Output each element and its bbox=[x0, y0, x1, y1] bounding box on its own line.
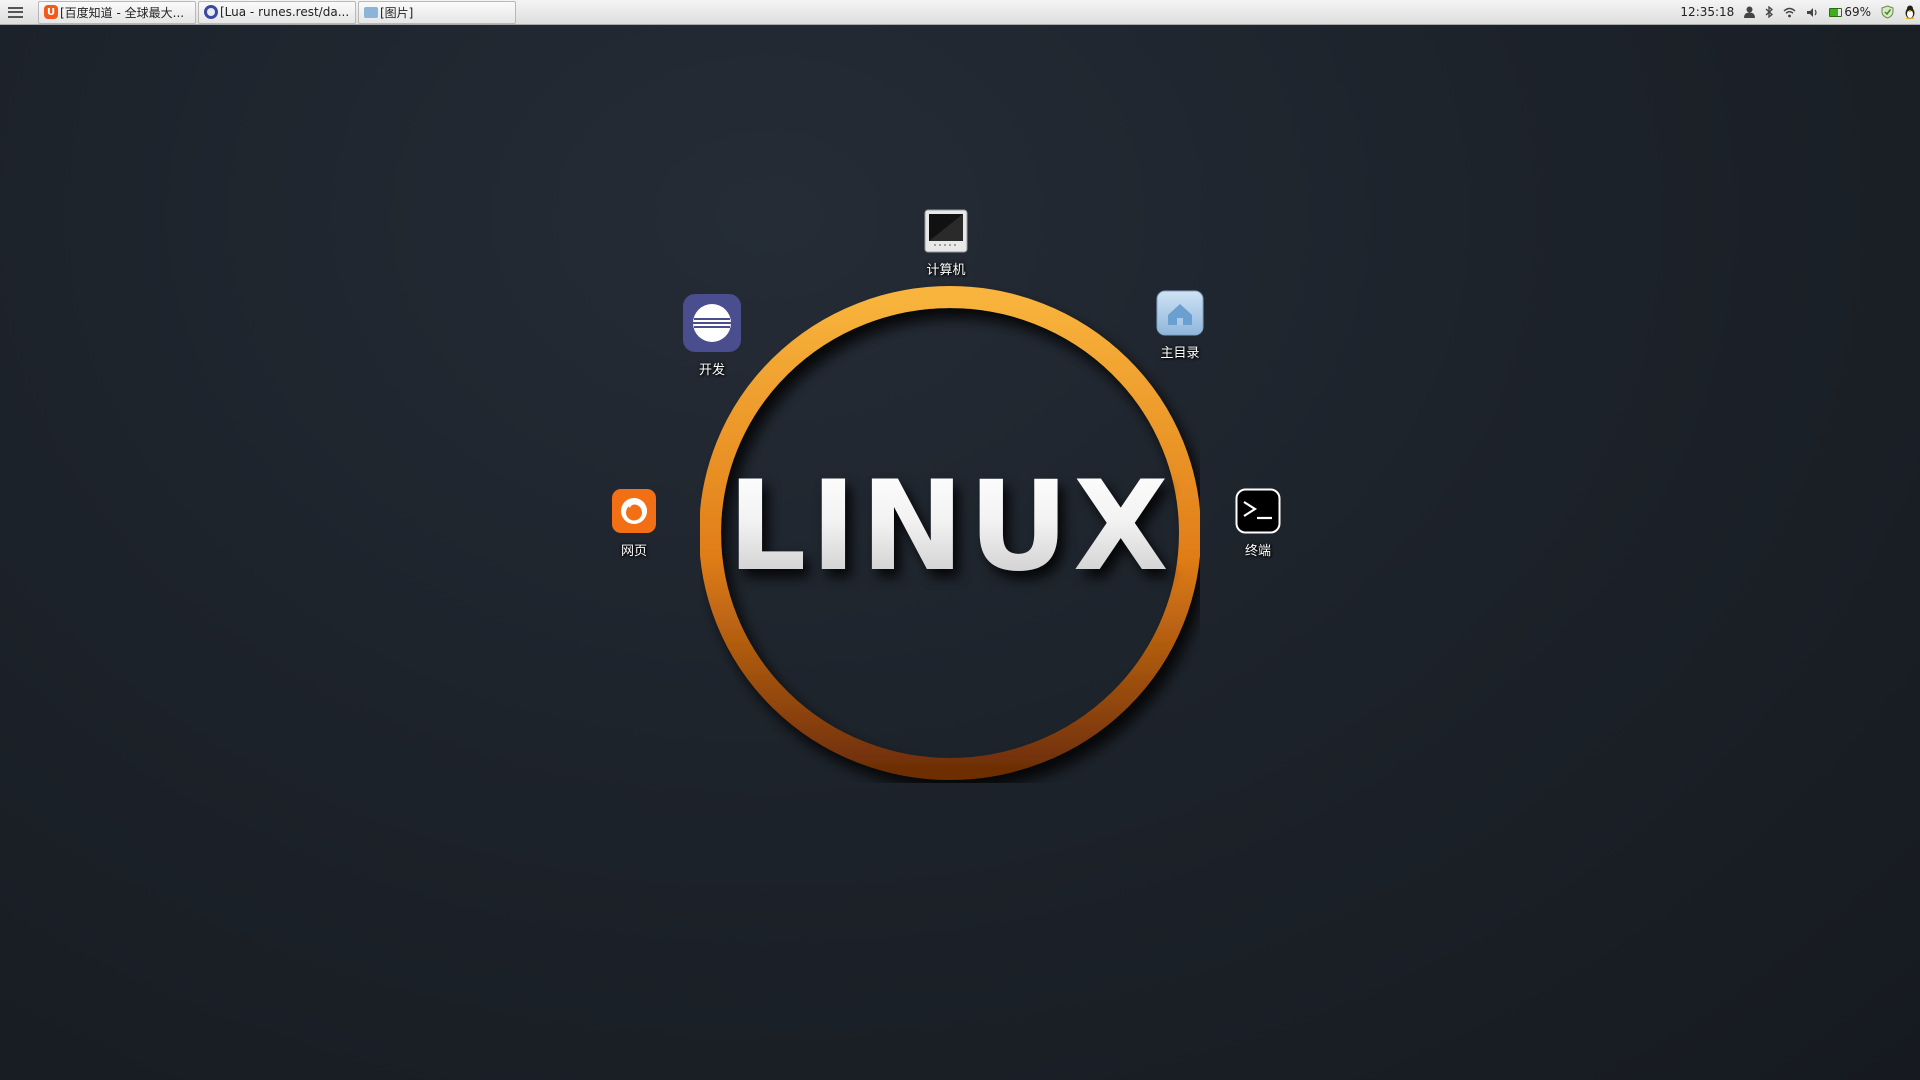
desktop-icon-label: 开发 bbox=[698, 363, 725, 378]
user-icon[interactable] bbox=[1744, 6, 1756, 18]
home-folder-icon bbox=[1156, 290, 1204, 336]
desktop-icon-web[interactable]: 网页 bbox=[589, 488, 679, 559]
battery-indicator[interactable]: 69% bbox=[1829, 5, 1871, 19]
task-label: [图片] bbox=[380, 5, 414, 20]
top-panel: U [百度知道 - 全球最大... [Lua - runes.rest/da..… bbox=[0, 0, 1920, 25]
firefox-icon bbox=[611, 488, 657, 534]
computer-icon bbox=[924, 209, 968, 253]
desktop-icon-home[interactable]: 主目录 bbox=[1135, 290, 1225, 361]
task-button-pictures[interactable]: [图片] bbox=[358, 0, 516, 24]
desktop-icon-label: 计算机 bbox=[926, 263, 966, 278]
bluetooth-icon[interactable] bbox=[1765, 6, 1774, 18]
taskbar: U [百度知道 - 全球最大... [Lua - runes.rest/da..… bbox=[38, 0, 518, 25]
battery-icon bbox=[1829, 7, 1843, 17]
system-tray: 12:35:18 69% bbox=[1670, 0, 1920, 25]
desktop-icon-development[interactable]: 开发 bbox=[667, 293, 757, 378]
desktop-icon-label: 终端 bbox=[1244, 544, 1271, 559]
desktop: LINUX 计算机 开发 主目录 网页 终端 bbox=[0, 25, 1920, 1080]
volume-icon[interactable] bbox=[1806, 7, 1819, 18]
penguin-icon[interactable] bbox=[1904, 5, 1916, 19]
security-shield-icon[interactable] bbox=[1881, 5, 1894, 19]
wifi-icon[interactable] bbox=[1783, 7, 1796, 18]
app-menu-button[interactable] bbox=[0, 0, 30, 25]
task-label: [百度知道 - 全球最大... bbox=[60, 5, 185, 20]
desktop-icon-label: 主目录 bbox=[1160, 346, 1200, 361]
battery-percent: 69% bbox=[1844, 5, 1871, 19]
eclipse-icon bbox=[682, 293, 742, 353]
baidu-icon: U bbox=[44, 5, 58, 19]
task-label: [Lua - runes.rest/da... bbox=[220, 5, 350, 19]
desktop-icon-computer[interactable]: 计算机 bbox=[901, 209, 991, 278]
task-button-baidu[interactable]: U [百度知道 - 全球最大... bbox=[38, 0, 196, 24]
clock[interactable]: 12:35:18 bbox=[1680, 5, 1734, 19]
linux-logo-text: LINUX bbox=[700, 465, 1200, 589]
folder-icon bbox=[364, 6, 378, 18]
menu-icon bbox=[7, 6, 23, 18]
terminal-icon bbox=[1235, 488, 1281, 534]
lua-icon bbox=[204, 5, 218, 19]
task-button-lua[interactable]: [Lua - runes.rest/da... bbox=[198, 0, 356, 24]
desktop-icon-label: 网页 bbox=[620, 544, 647, 559]
desktop-icon-terminal[interactable]: 终端 bbox=[1213, 488, 1303, 559]
